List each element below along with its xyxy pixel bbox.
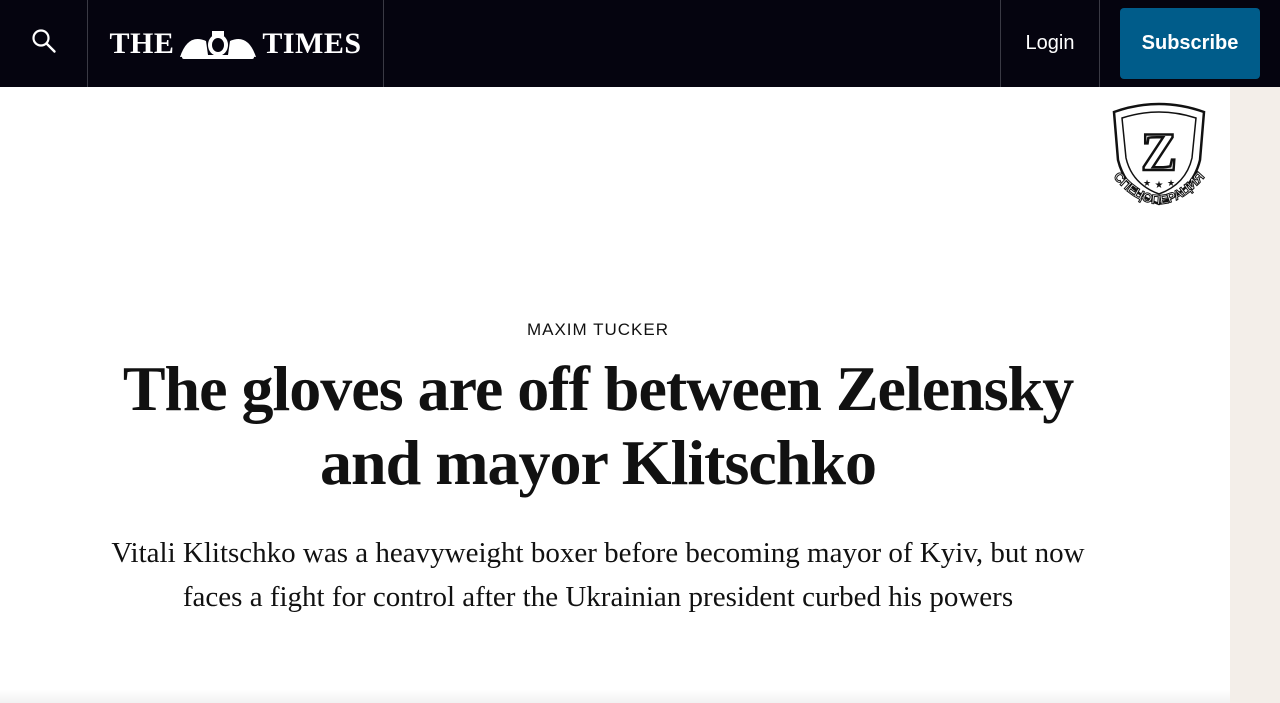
top-nav-bar: THE TIMES Login Subscribe: [0, 0, 1280, 87]
search-icon: [31, 28, 57, 59]
right-gutter: [1230, 87, 1280, 703]
logo-word-the: THE: [109, 26, 175, 60]
logo-word-times: TIMES: [262, 26, 362, 60]
bottom-divider: [0, 690, 1230, 703]
the-times-logo[interactable]: THE TIMES: [88, 0, 384, 87]
subscribe-button[interactable]: Subscribe: [1120, 8, 1260, 79]
subscribe-cell: Subscribe: [1100, 0, 1280, 87]
article-standfirst: Vitali Klitschko was a heavyweight boxer…: [111, 537, 1085, 613]
royal-crest-icon: [178, 27, 258, 61]
login-link[interactable]: Login: [1000, 0, 1100, 87]
search-button[interactable]: [0, 0, 88, 87]
article-headline: The gloves are off between Zelensky and …: [122, 353, 1074, 498]
article-header: MAXIM TUCKER The gloves are off between …: [0, 87, 1196, 687]
author-byline[interactable]: MAXIM TUCKER: [0, 320, 1196, 340]
